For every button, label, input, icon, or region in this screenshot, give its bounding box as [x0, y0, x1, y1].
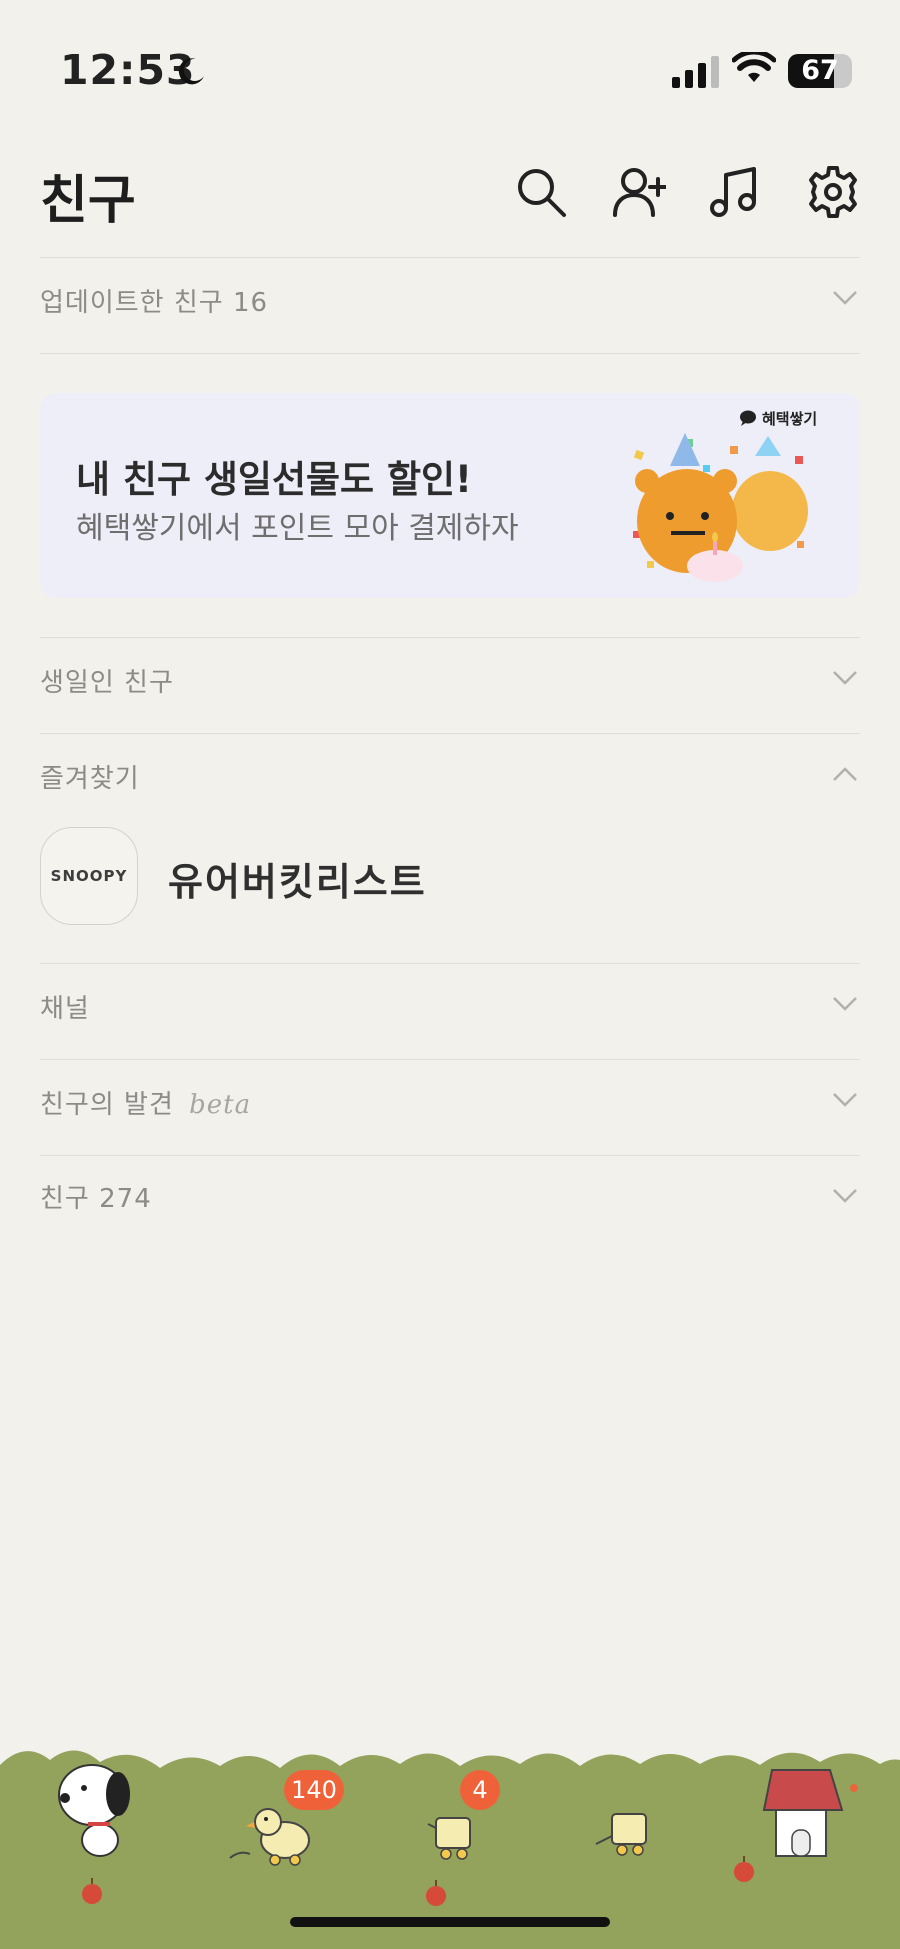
- banner-subtitle: 혜택쌓기에서 포인트 모아 결제하자: [76, 511, 519, 546]
- home-indicator: [290, 1917, 610, 1927]
- friends-count-label: 친구 274: [40, 1184, 152, 1214]
- friend-discovery-label-group: 친구의 발견 beta: [40, 1084, 251, 1121]
- avatar: SNOOPY: [40, 827, 138, 925]
- banner-title: 내 친구 생일선물도 할인!: [76, 458, 472, 501]
- chevron-down-icon: [833, 1093, 857, 1107]
- battery-indicator: 67: [788, 54, 852, 88]
- beta-label: beta: [189, 1090, 252, 1120]
- music-icon[interactable]: [708, 165, 762, 219]
- channel-label: 채널: [40, 994, 90, 1024]
- favorite-friend-name: 유어버킷리스트: [168, 860, 427, 904]
- birthday-gift-banner[interactable]: 내 친구 생일선물도 할인! 혜택쌓기에서 포인트 모아 결제하자 혜택쌓기: [40, 393, 860, 598]
- chevron-down-icon: [833, 1189, 857, 1203]
- chevron-down-icon: [833, 671, 857, 685]
- tab-friends[interactable]: [30, 1760, 180, 1880]
- speech-bubble-icon: [740, 410, 756, 426]
- updated-friends-row[interactable]: 업데이트한 친구 16: [40, 257, 860, 354]
- search-icon[interactable]: [514, 165, 568, 219]
- friends-list-row[interactable]: 친구 274: [40, 1155, 860, 1252]
- friend-discovery-row[interactable]: 친구의 발견 beta: [40, 1059, 860, 1156]
- favorites-label: 즐겨찾기: [40, 764, 140, 794]
- favorite-friend-item[interactable]: SNOOPY 유어버킷리스트: [40, 827, 860, 927]
- chevron-up-icon: [833, 767, 857, 781]
- birthday-friends-label: 생일인 친구: [40, 668, 174, 698]
- friend-discovery-label: 친구의 발견: [40, 1090, 174, 1120]
- openchat-unread-badge: 4: [460, 1770, 500, 1810]
- settings-gear-icon[interactable]: [806, 165, 860, 219]
- battery-level: 67: [801, 55, 839, 86]
- wifi-icon: [732, 52, 776, 82]
- add-friend-icon[interactable]: [612, 165, 666, 219]
- cellular-signal-icon: [672, 56, 719, 88]
- divider: [40, 353, 860, 354]
- tab-shopping[interactable]: [555, 1760, 705, 1880]
- chevron-down-icon: [833, 291, 857, 305]
- tab-openchat[interactable]: [380, 1760, 530, 1880]
- birthday-characters-illustration: [633, 433, 808, 582]
- status-bar: 12:53 67: [0, 0, 900, 140]
- banner-tag: 혜택쌓기: [762, 410, 818, 428]
- favorites-row[interactable]: 즐겨찾기: [40, 733, 860, 824]
- tab-more[interactable]: [730, 1760, 880, 1880]
- updated-friends-label: 업데이트한 친구 16: [40, 288, 269, 318]
- chevron-down-icon: [833, 997, 857, 1011]
- chats-unread-badge: 140: [284, 1770, 344, 1810]
- channel-row[interactable]: 채널: [40, 963, 860, 1060]
- moon-icon: [178, 58, 204, 85]
- birthday-friends-row[interactable]: 생일인 친구: [40, 637, 860, 734]
- page-title: 친구: [40, 171, 136, 231]
